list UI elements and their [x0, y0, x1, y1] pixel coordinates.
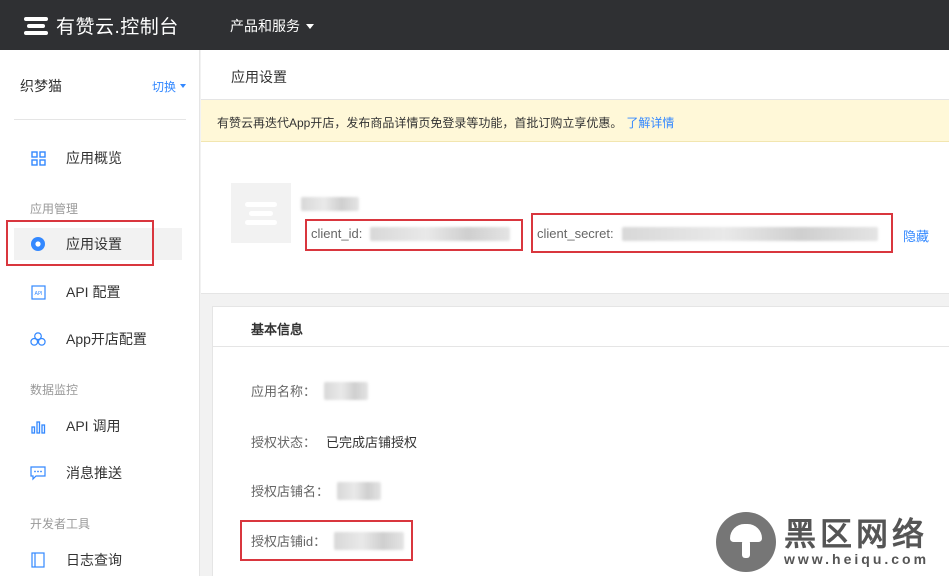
watermark-url: www.heiqu.com	[784, 551, 930, 567]
notice-banner: 有赞云再迭代App开店，发布商品详情页免登录等功能，首批订购立享优惠。 了解详情	[201, 100, 949, 142]
notice-text: 有赞云再迭代App开店，发布商品详情页免登录等功能，首批订购立享优惠。 了解详情	[217, 114, 674, 131]
sidebar-item-label: API 配置	[66, 284, 121, 300]
api-doc-icon: API	[30, 284, 46, 300]
watermark-title: 黑区网络	[784, 516, 929, 552]
info-label: 授权店铺名：	[251, 484, 330, 499]
chevron-down-icon	[180, 84, 186, 88]
sidebar: 织梦猫 切换 应用概览 应用管理 应用设置 API API 配置 App开店配置…	[0, 50, 200, 576]
sidebar-item-api-config[interactable]: API API 配置	[14, 276, 182, 308]
sidebar-item-app-overview[interactable]: 应用概览	[14, 142, 182, 174]
switch-label: 切换	[151, 79, 176, 94]
highlight-box-app-settings	[6, 220, 154, 266]
page-header: 应用设置	[201, 50, 949, 100]
highlight-box-client-secret	[531, 213, 893, 253]
sidebar-group-dev-tools: 开发者工具	[30, 517, 91, 531]
sidebar-group-app-manage: 应用管理	[30, 202, 79, 216]
highlight-box-shop-id	[240, 520, 413, 561]
book-icon	[30, 552, 46, 568]
grid-icon	[30, 150, 46, 166]
products-services-menu[interactable]: 产品和服务	[230, 16, 314, 36]
sidebar-item-label: 应用概览	[66, 150, 122, 166]
sidebar-divider	[14, 119, 186, 120]
chevron-down-icon	[306, 23, 314, 29]
youzan-logo-icon	[24, 15, 50, 37]
sidebar-item-message-push[interactable]: 消息推送	[14, 457, 182, 489]
info-row-auth-status: 授权状态： 已完成店铺授权	[251, 432, 417, 451]
sidebar-item-label: App开店配置	[66, 331, 147, 347]
page-title: 应用设置	[231, 69, 287, 85]
chat-bubble-icon	[30, 465, 46, 481]
basic-info-title: 基本信息	[251, 322, 304, 337]
top-navigation-bar: 有赞云.控制台 产品和服务	[0, 0, 949, 50]
shop-name: 织梦猫	[20, 78, 62, 94]
app-logo-icon	[231, 183, 291, 243]
sidebar-item-label: 日志查询	[66, 552, 122, 568]
app-credentials-card: client_id: client_secret: 隐藏	[201, 142, 949, 294]
app-name-redacted	[301, 197, 359, 211]
info-label: 授权状态：	[251, 435, 317, 450]
auth-status-value: 已完成店铺授权	[326, 435, 418, 450]
hide-secret-link[interactable]: 隐藏	[903, 226, 929, 245]
info-label: 应用名称：	[251, 384, 317, 399]
logo-text: 有赞云.控制台	[56, 17, 179, 38]
site-watermark: 黑区网络 www.heiqu.com	[716, 512, 929, 572]
three-circles-icon	[30, 331, 46, 347]
products-services-label: 产品和服务	[230, 18, 300, 34]
shop-switcher: 织梦猫 切换	[20, 76, 186, 96]
sidebar-group-data-monitor: 数据监控	[30, 383, 79, 397]
sidebar-item-app-store-config[interactable]: App开店配置	[14, 323, 182, 355]
app-name-value-redacted	[324, 381, 369, 400]
sidebar-item-api-calls[interactable]: API 调用	[14, 410, 182, 442]
highlight-box-client-id	[305, 219, 523, 251]
sidebar-item-label: API 调用	[66, 418, 121, 434]
sidebar-item-log-query[interactable]: 日志查询	[14, 544, 182, 576]
sidebar-item-label: 消息推送	[66, 465, 122, 481]
switch-shop-link[interactable]: 切换	[152, 78, 186, 95]
watermark-logo-icon	[716, 512, 776, 572]
brand-logo[interactable]: 有赞云.控制台	[24, 12, 179, 39]
bar-chart-icon	[30, 418, 46, 434]
shop-name-value-redacted	[337, 481, 382, 500]
basic-info-header: 基本信息	[213, 307, 949, 347]
notice-message: 有赞云再迭代App开店，发布商品详情页免登录等功能，首批订购立享优惠。	[217, 116, 623, 130]
learn-more-link[interactable]: 了解详情	[626, 116, 674, 130]
info-row-shop-name: 授权店铺名：	[251, 481, 382, 500]
watermark-text: 黑区网络 www.heiqu.com	[784, 517, 929, 567]
info-row-app-name: 应用名称：	[251, 381, 369, 400]
svg-text:API: API	[34, 291, 42, 297]
